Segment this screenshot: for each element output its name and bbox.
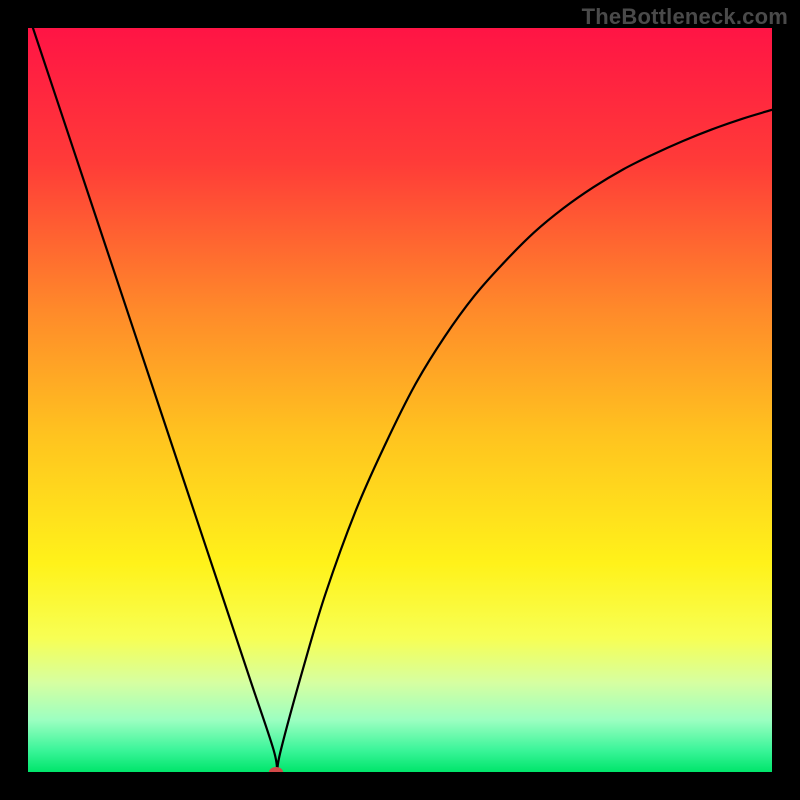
- background-gradient: [28, 28, 772, 772]
- plot-area: [28, 28, 772, 772]
- chart-frame: TheBottleneck.com: [0, 0, 800, 800]
- optimal-marker: [269, 767, 283, 772]
- watermark-text: TheBottleneck.com: [582, 4, 788, 30]
